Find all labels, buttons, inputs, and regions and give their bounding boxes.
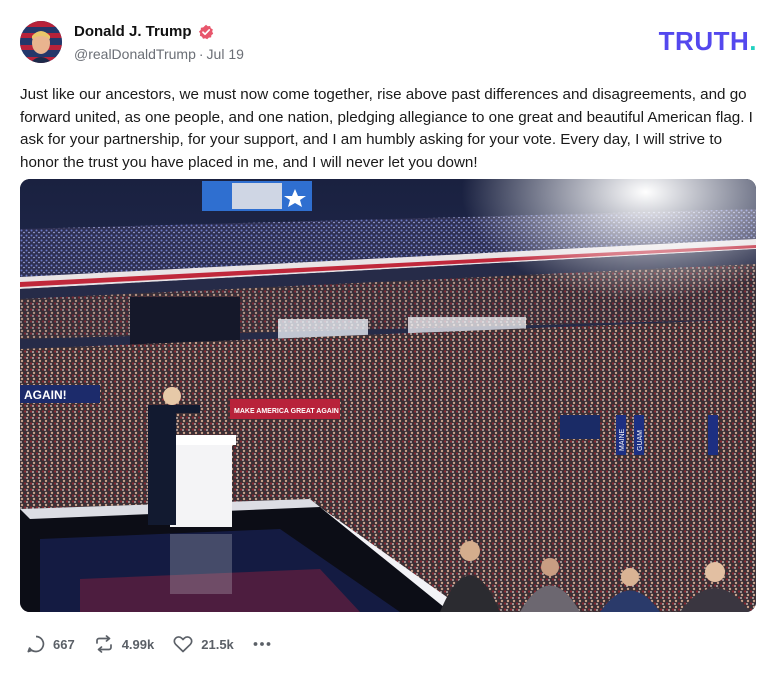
reply-button[interactable]: 667 (26, 634, 75, 654)
author-row: Donald J. Trump (74, 23, 214, 40)
post-body: Just like our ancestors, we must now com… (20, 86, 753, 171)
maine-sign: MAINE (619, 429, 626, 452)
retruth-count: 4.99k (121, 636, 155, 652)
post-date[interactable]: Jul 19 (207, 46, 244, 62)
ellipsis-icon (253, 642, 271, 646)
truth-social-logo[interactable]: TRUTH. (659, 28, 757, 54)
like-button[interactable]: 21.5k (172, 634, 234, 654)
avatar-image (20, 21, 62, 63)
reply-icon (27, 635, 45, 653)
logo-text: TRUTH (658, 26, 750, 56)
reply-count: 667 (53, 636, 75, 652)
post-image[interactable]: AGAIN! MAKE AMERICA GREAT AGAIN MAINE GU… (20, 179, 756, 612)
maga-banner: MAKE AMERICA GREAT AGAIN (234, 408, 339, 415)
author-name[interactable]: Donald J. Trump (74, 23, 192, 40)
avatar[interactable] (20, 21, 62, 63)
more-button[interactable] (252, 634, 272, 654)
logo-dot: . (749, 26, 757, 56)
retruth-button[interactable]: 4.99k (93, 634, 155, 654)
author-handle[interactable]: @realDonaldTrump (74, 46, 196, 62)
retruth-icon (95, 635, 112, 653)
convention-photo: AGAIN! MAKE AMERICA GREAT AGAIN MAINE GU… (20, 179, 756, 612)
heart-icon (173, 636, 193, 653)
post-actions: 667 4.99k 21.5k (26, 634, 290, 654)
like-count: 21.5k (201, 636, 234, 652)
post-meta: @realDonaldTrump · Jul 19 (74, 46, 244, 62)
verified-badge-icon (198, 24, 213, 39)
again-sign: AGAIN! (24, 388, 67, 402)
guam-sign: GUAM (637, 430, 644, 451)
